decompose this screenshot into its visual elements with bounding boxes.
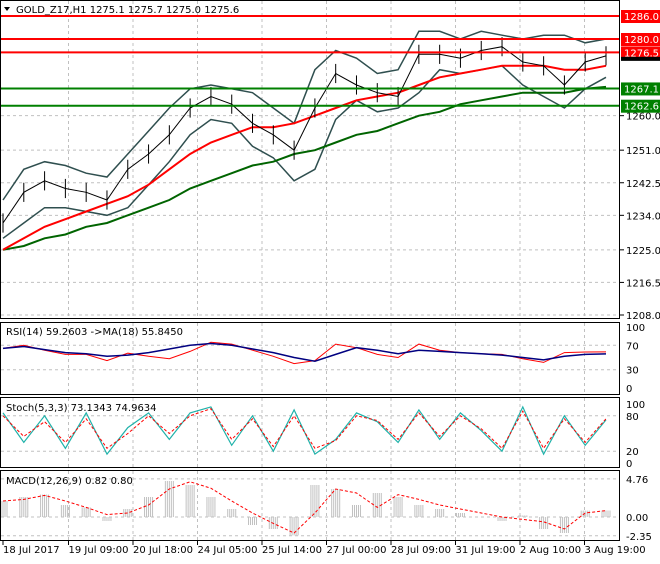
- time-label: 25 Jul 14:00: [262, 545, 322, 556]
- stoch-tick-label: 100: [626, 400, 645, 411]
- macd-signal-line: [2, 481, 607, 534]
- rsi-tick-label: 0: [626, 384, 632, 395]
- stoch-tick-label: 20: [626, 447, 639, 458]
- level-tag-label: 1286.0: [624, 12, 659, 23]
- price-tick-label: 1234.0: [626, 211, 660, 222]
- stoch-signal-line: [2, 408, 607, 450]
- price-axis: 1260.0 1251.0 1242.5 1234.0 1225.0 1216.5 1208…: [620, 10, 660, 543]
- time-label: 24 Jul 05:00: [198, 545, 258, 556]
- time-label: 20 Jul 18:00: [133, 545, 193, 556]
- macd-tick-label: -2.35: [626, 532, 652, 543]
- close-price-line: [2, 46, 607, 224]
- rsi-tick-label: 30: [626, 366, 639, 377]
- stoch-label: Stoch(5,3,3) 73.1343 74.9634: [6, 403, 157, 414]
- time-label: 28 Jul 09:00: [391, 545, 451, 556]
- price-tick-label: 1216.5: [626, 278, 660, 289]
- time-label: 19 Jul 09:00: [69, 545, 129, 556]
- time-label: 31 Jul 19:00: [456, 545, 516, 556]
- price-tick-label: 1251.0: [626, 146, 660, 157]
- rsi-label: RSI(14) 59.2603 ->MA(18) 55.8450: [6, 327, 183, 338]
- rsi-ma-line: [2, 342, 607, 362]
- macd-tick-label: 0.00: [626, 513, 648, 524]
- time-label: 18 Jul 2017: [3, 545, 60, 556]
- price-panel: [1, 15, 619, 251]
- collapse-triangle-icon[interactable]: [4, 7, 10, 11]
- current-price-tag: [621, 56, 660, 61]
- level-tag-label: 1280.0: [624, 35, 659, 46]
- time-label: 3 Aug 19:00: [585, 545, 646, 556]
- symbol-header: GOLD_Z17,H1 1275.1 1275.7 1275.0 1275.6: [16, 5, 239, 16]
- trading-chart[interactable]: GOLD_Z17,H1 1275.1 1275.7 1275.0 1275.6 …: [0, 0, 660, 560]
- slow-ma-line: [2, 85, 607, 251]
- stoch-tick-label: 0: [626, 459, 632, 470]
- rsi-tick-label: 100: [626, 323, 645, 334]
- time-axis: 18 Jul 2017 19 Jul 09:00 20 Jul 18:00 24 Ju…: [2, 541, 646, 556]
- macd-label: MACD(12,26,9) 0.82 0.80: [6, 476, 133, 487]
- macd-tick-label: 4.76: [626, 475, 648, 486]
- time-label: 27 Jul 00:00: [327, 545, 387, 556]
- level-tag-label: 1262.6: [624, 102, 659, 113]
- price-tick-label: 1260.0: [626, 112, 660, 123]
- price-tick-label: 1225.0: [626, 246, 660, 257]
- level-tag-label: 1267.1: [624, 84, 659, 95]
- stoch-tick-label: 80: [626, 412, 639, 423]
- time-label: 2 Aug 10:00: [520, 545, 581, 556]
- rsi-tick-label: 70: [626, 341, 639, 352]
- price-tick-label: 1242.5: [626, 179, 660, 190]
- macd-panel: [0, 481, 611, 536]
- price-tick-label: 1208.0: [626, 311, 660, 322]
